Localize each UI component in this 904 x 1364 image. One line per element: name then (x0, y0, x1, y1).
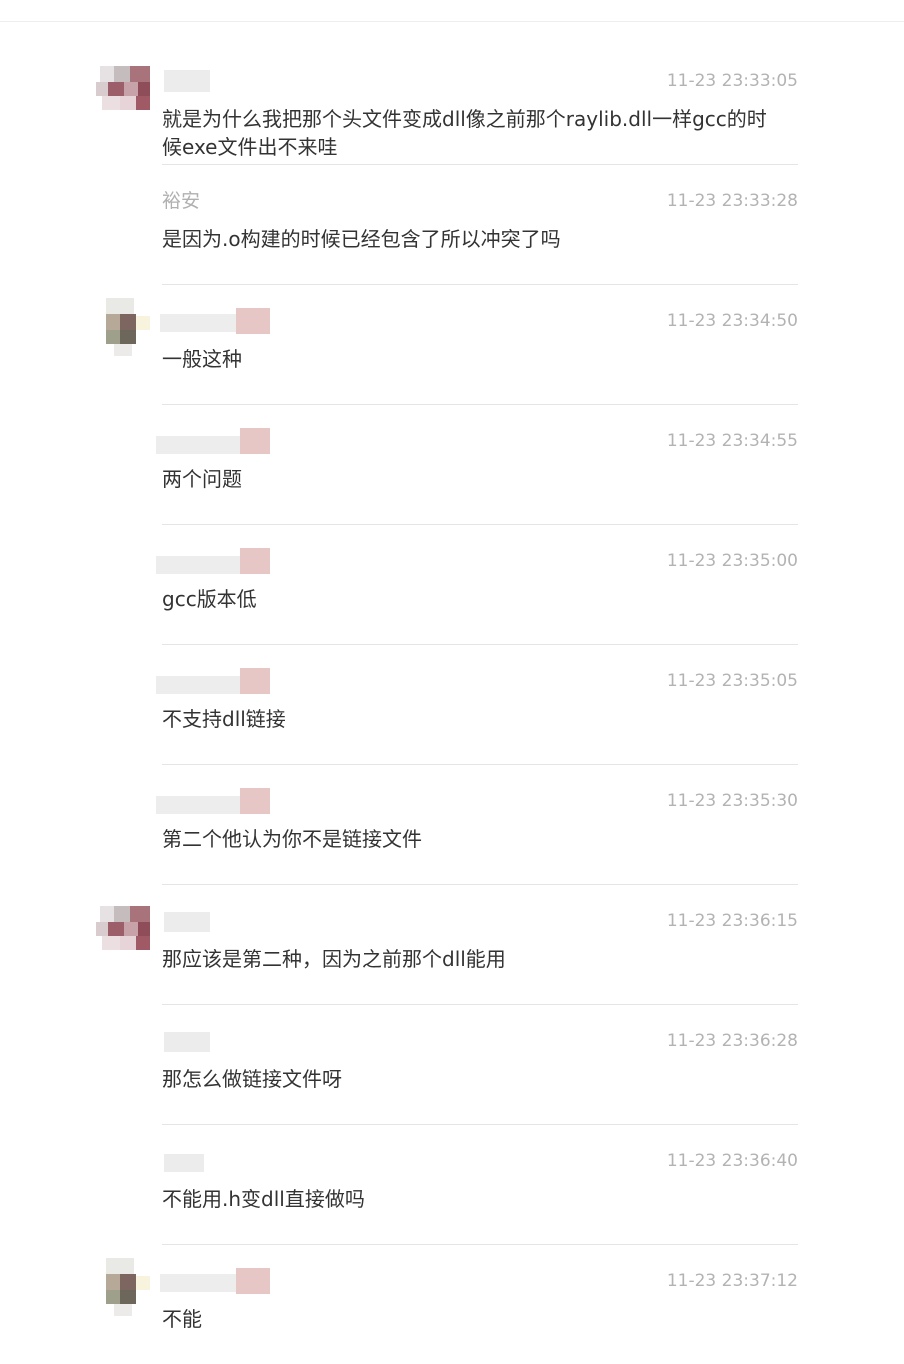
message-text[interactable]: 那应该是第二种，因为之前那个dll能用 (162, 945, 772, 973)
sender-name-blurred (150, 786, 276, 824)
message-timestamp: 11-23 23:36:28 (666, 1031, 798, 1051)
message-divider (162, 524, 798, 525)
sender-name-blurred (150, 306, 276, 344)
chat-message: 11-23 23:36:40 不能用.h变dll直接做吗 (0, 1124, 904, 1244)
message-text[interactable]: 不能 (162, 1305, 772, 1333)
sender-name: 裕安 (162, 190, 201, 212)
message-timestamp: 11-23 23:36:40 (666, 1151, 798, 1171)
avatar[interactable] (96, 66, 154, 128)
message-timestamp: 11-23 23:34:50 (666, 311, 798, 331)
message-divider (162, 764, 798, 765)
message-text[interactable]: 不支持dll链接 (162, 705, 772, 733)
message-timestamp: 11-23 23:35:30 (666, 791, 798, 811)
chat-message: 11-23 23:33:05 就是为什么我把那个头文件变成dll像之前那个ray… (0, 44, 904, 164)
chat-message: 11-23 23:35:30 第二个他认为你不是链接文件 (0, 764, 904, 884)
sender-name-blurred (150, 1146, 276, 1184)
chat-message: 11-23 23:36:28 那怎么做链接文件呀 (0, 1004, 904, 1124)
message-text[interactable]: 第二个他认为你不是链接文件 (162, 825, 772, 853)
chat-message: 11-23 23:34:50 一般这种 (0, 284, 904, 404)
message-timestamp: 11-23 23:36:15 (666, 911, 798, 931)
chat-message: 11-23 23:35:05 不支持dll链接 (0, 644, 904, 764)
message-text[interactable]: 就是为什么我把那个头文件变成dll像之前那个raylib.dll一样gcc的时候… (162, 105, 772, 161)
message-divider (162, 1004, 798, 1005)
chat-message: 11-23 23:37:12 不能 (0, 1244, 904, 1364)
sender-name-blurred (150, 906, 276, 944)
message-text[interactable]: 是因为.o构建的时候已经包含了所以冲突了吗 (162, 225, 772, 253)
message-timestamp: 11-23 23:34:55 (666, 431, 798, 451)
sender-name-blurred (150, 66, 276, 104)
chat-message: 11-23 23:34:55 两个问题 (0, 404, 904, 524)
message-divider (162, 284, 798, 285)
message-timestamp: 11-23 23:37:12 (666, 1271, 798, 1291)
message-text[interactable]: 不能用.h变dll直接做吗 (162, 1185, 772, 1213)
sender-name-blurred (150, 1266, 276, 1304)
top-divider (0, 21, 904, 22)
sender-name-blurred (150, 546, 276, 584)
sender-name-blurred (150, 666, 276, 704)
sender-name-blurred (150, 426, 276, 464)
message-timestamp: 11-23 23:33:28 (666, 191, 798, 211)
message-divider (162, 1244, 798, 1245)
message-text[interactable]: 那怎么做链接文件呀 (162, 1065, 772, 1093)
sender-name-blurred (150, 1026, 276, 1064)
chat-message: 11-23 23:36:15 那应该是第二种，因为之前那个dll能用 (0, 884, 904, 1004)
message-text[interactable]: 两个问题 (162, 465, 772, 493)
avatar[interactable] (96, 906, 154, 968)
message-divider (162, 884, 798, 885)
message-timestamp: 11-23 23:35:00 (666, 551, 798, 571)
message-text[interactable]: gcc版本低 (162, 585, 772, 613)
message-text[interactable]: 一般这种 (162, 345, 772, 373)
message-divider (162, 644, 798, 645)
chat-message: 裕安 11-23 23:33:28 是因为.o构建的时候已经包含了所以冲突了吗 (0, 164, 904, 284)
message-divider (162, 164, 798, 165)
message-timestamp: 11-23 23:35:05 (666, 671, 798, 691)
message-divider (162, 404, 798, 405)
chat-message: 11-23 23:35:00 gcc版本低 (0, 524, 904, 644)
message-divider (162, 1124, 798, 1125)
message-timestamp: 11-23 23:33:05 (666, 71, 798, 91)
